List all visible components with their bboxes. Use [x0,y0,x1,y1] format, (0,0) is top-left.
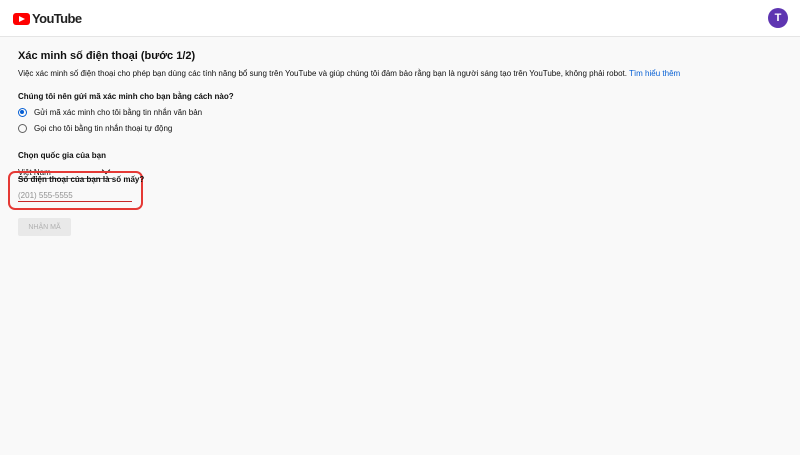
phone-label: Số điện thoại của bạn là số mấy? [18,175,145,184]
page-title: Xác minh số điện thoại (bước 1/2) [18,50,196,62]
country-label: Chọn quốc gia của bạn [18,151,107,160]
learn-more-link[interactable]: Tìm hiểu thêm [629,69,680,78]
method-question: Chúng tôi nên gửi mã xác minh cho bạn bằ… [18,92,234,101]
get-code-button[interactable]: NHẬN MÃ [18,218,71,236]
phone-input[interactable] [18,190,132,202]
youtube-logo-icon [13,12,30,25]
verification-form: Xác minh số điện thoại (bước 1/2) Việc x… [18,50,788,179]
option-text-message[interactable]: Gửi mã xác minh cho tôi bằng tin nhắn vă… [18,107,788,117]
option-text-message-label: Gửi mã xác minh cho tôi bằng tin nhắn vă… [34,107,203,117]
radio-text-message[interactable] [18,107,27,117]
description-text: Việc xác minh số điện thoại cho phép bạn… [18,69,627,78]
option-voice-call-label: Gọi cho tôi bằng tin nhắn thoại tự động [34,123,173,133]
option-voice-call[interactable]: Gọi cho tôi bằng tin nhắn thoại tự động [18,123,788,133]
youtube-logo[interactable]: YouTube [13,11,82,26]
avatar[interactable]: T [768,8,788,28]
top-bar: YouTube T [0,0,800,37]
logo-text: YouTube [32,11,82,26]
radio-voice-call[interactable] [18,123,27,133]
page-description: Việc xác minh số điện thoại cho phép bạn… [18,69,788,78]
